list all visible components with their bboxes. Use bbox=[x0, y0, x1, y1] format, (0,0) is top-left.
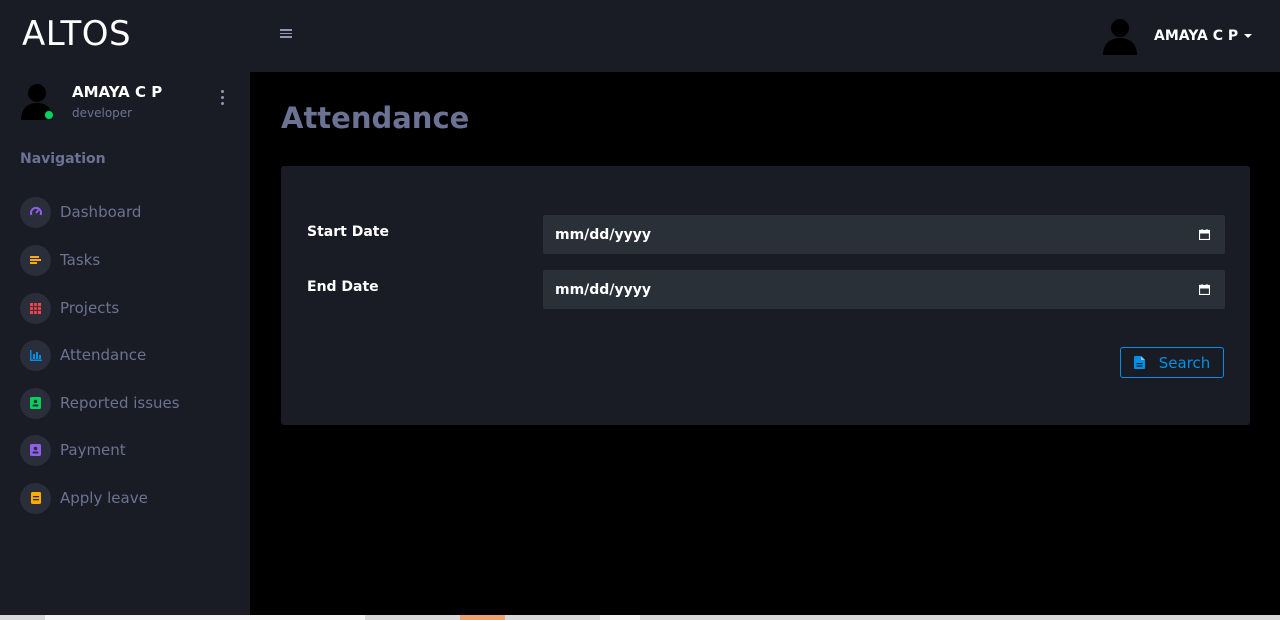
avatar bbox=[20, 82, 56, 120]
end-date-value: mm/dd/yyyy bbox=[555, 281, 651, 298]
contacts-icon bbox=[20, 387, 51, 419]
sidebar-item-payment[interactable]: Payment bbox=[20, 434, 240, 466]
start-date-label: Start Date bbox=[307, 224, 389, 240]
end-date-label: End Date bbox=[307, 279, 379, 295]
sidebar-item-reported-issues[interactable]: Reported issues bbox=[20, 387, 240, 419]
sidebar-item-label: Dashboard bbox=[60, 203, 142, 221]
calendar-icon[interactable] bbox=[1199, 284, 1210, 295]
sidebar-item-label: Reported issues bbox=[60, 394, 180, 412]
sidebar-item-projects[interactable]: Projects bbox=[20, 292, 240, 324]
sidebar: ALTOS AMAYA C P developer Navigation Das… bbox=[0, 0, 250, 615]
sidebar-item-tasks[interactable]: Tasks bbox=[20, 244, 240, 276]
top-navbar: AMAYA C P bbox=[250, 0, 1280, 72]
taskbar-segment bbox=[600, 615, 640, 620]
sidebar-item-dashboard[interactable]: Dashboard bbox=[20, 196, 240, 228]
document-icon bbox=[20, 482, 51, 514]
sidebar-item-label: Payment bbox=[60, 441, 126, 459]
user-menu-dropdown[interactable]: AMAYA C P bbox=[1102, 16, 1253, 56]
caret-down-icon bbox=[1244, 34, 1253, 38]
online-status-dot bbox=[44, 110, 54, 120]
sidebar-item-label: Projects bbox=[60, 299, 120, 317]
taskbar-segment-active bbox=[460, 615, 505, 620]
bottom-taskbar-strip bbox=[0, 615, 1280, 620]
nav-heading: Navigation bbox=[20, 151, 106, 167]
more-vertical-icon[interactable] bbox=[218, 90, 226, 110]
user-avatar-icon bbox=[1103, 19, 1137, 55]
start-date-input[interactable]: mm/dd/yyyy bbox=[543, 215, 1225, 254]
sidebar-item-attendance[interactable]: Attendance bbox=[20, 339, 240, 371]
bar-chart-icon bbox=[20, 339, 51, 371]
start-date-value: mm/dd/yyyy bbox=[555, 226, 651, 243]
taskbar-segment bbox=[45, 615, 365, 620]
search-button-label: Search bbox=[1158, 353, 1211, 372]
table-grid-icon bbox=[20, 292, 51, 324]
attendance-search-card: Start Date mm/dd/yyyy End Date mm/dd/yyy… bbox=[281, 166, 1250, 425]
contact-card-icon bbox=[20, 434, 51, 466]
profile-name: AMAYA C P bbox=[72, 83, 163, 101]
calendar-icon[interactable] bbox=[1199, 229, 1210, 240]
speedometer-icon bbox=[20, 196, 51, 228]
sidebar-item-apply-leave[interactable]: Apply leave bbox=[20, 482, 240, 514]
sidebar-profile: AMAYA C P developer bbox=[20, 82, 235, 126]
file-document-icon bbox=[1133, 356, 1145, 369]
search-button[interactable]: Search bbox=[1120, 347, 1224, 378]
end-date-input[interactable]: mm/dd/yyyy bbox=[543, 270, 1225, 309]
sidebar-item-label: Attendance bbox=[60, 346, 147, 364]
profile-role: developer bbox=[72, 106, 133, 120]
tasks-icon bbox=[20, 244, 51, 276]
brand-logo[interactable]: ALTOS bbox=[22, 14, 131, 54]
sidebar-item-label: Apply leave bbox=[60, 489, 148, 507]
user-menu-name: AMAYA C P bbox=[1154, 28, 1239, 44]
sidebar-item-label: Tasks bbox=[60, 251, 101, 269]
hamburger-icon[interactable] bbox=[280, 29, 292, 39]
page-title: Attendance bbox=[281, 101, 470, 135]
